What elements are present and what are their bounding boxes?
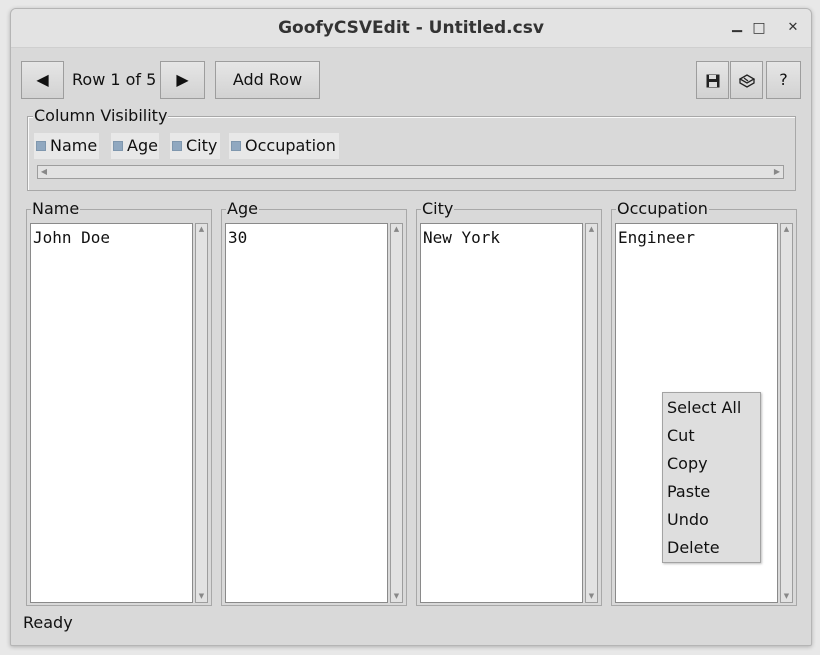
- maximize-icon[interactable]: □: [748, 17, 770, 39]
- column-age: Age 30 ▲ ▼: [221, 200, 407, 606]
- row-indicator: Row 1 of 5: [72, 70, 157, 89]
- arrow-left-icon: ◀: [36, 70, 49, 89]
- floppy-disk-icon: [706, 74, 720, 88]
- occupation-scrollbar[interactable]: ▲ ▼: [780, 223, 793, 603]
- scroll-up-icon[interactable]: ▲: [586, 224, 597, 235]
- menu-item-undo[interactable]: Undo: [667, 506, 709, 534]
- menu-item-cut[interactable]: Cut: [667, 422, 695, 450]
- scroll-down-icon[interactable]: ▼: [586, 591, 597, 602]
- close-icon[interactable]: ✕: [782, 17, 804, 39]
- column-visibility-title: Column Visibility: [33, 106, 169, 125]
- save-button[interactable]: [696, 61, 729, 99]
- add-row-button[interactable]: Add Row: [215, 61, 320, 99]
- menu-item-select-all[interactable]: Select All: [667, 394, 741, 422]
- toggle-city[interactable]: City: [170, 133, 220, 159]
- scroll-down-icon[interactable]: ▼: [391, 591, 402, 602]
- column-name: Name John Doe ▲ ▼: [26, 200, 212, 606]
- toggle-name[interactable]: Name: [34, 133, 99, 159]
- scroll-down-icon[interactable]: ▼: [781, 591, 792, 602]
- menu-item-paste[interactable]: Paste: [667, 478, 710, 506]
- toggle-age[interactable]: Age: [111, 133, 159, 159]
- column-city: City New York ▲ ▼: [416, 200, 602, 606]
- arrow-right-icon: ▶: [176, 70, 189, 89]
- scroll-down-icon[interactable]: ▼: [196, 591, 207, 602]
- status-text: Ready: [23, 613, 73, 632]
- scroll-right-icon[interactable]: ▶: [771, 166, 783, 178]
- save-as-button[interactable]: [730, 61, 763, 99]
- app-window: GoofyCSVEdit - Untitled.csv ▁ □ ✕ ◀ Row …: [10, 8, 812, 646]
- column-header-city: City: [421, 199, 455, 218]
- scroll-left-icon[interactable]: ◀: [38, 166, 50, 178]
- column-header-name: Name: [31, 199, 81, 218]
- name-scrollbar[interactable]: ▲ ▼: [195, 223, 208, 603]
- city-textarea[interactable]: New York: [420, 223, 583, 603]
- title-bar: GoofyCSVEdit - Untitled.csv ▁ □ ✕: [11, 9, 811, 48]
- window-title: GoofyCSVEdit - Untitled.csv: [278, 18, 544, 38]
- column-header-occupation: Occupation: [616, 199, 709, 218]
- menu-item-delete[interactable]: Delete: [667, 534, 720, 562]
- minimize-icon[interactable]: ▁: [726, 15, 748, 37]
- toggle-occupation[interactable]: Occupation: [229, 133, 339, 159]
- scroll-up-icon[interactable]: ▲: [391, 224, 402, 235]
- checkbox-icon: [231, 140, 241, 151]
- city-scrollbar[interactable]: ▲ ▼: [585, 223, 598, 603]
- scroll-up-icon[interactable]: ▲: [781, 224, 792, 235]
- column-visibility-scrollbar[interactable]: ◀ ▶: [37, 165, 784, 179]
- checkbox-icon: [36, 140, 46, 151]
- age-scrollbar[interactable]: ▲ ▼: [390, 223, 403, 603]
- column-header-age: Age: [226, 199, 259, 218]
- context-menu: Select All Cut Copy Paste Undo Delete: [662, 392, 761, 563]
- checkbox-icon: [113, 140, 123, 151]
- prev-row-button[interactable]: ◀: [21, 61, 64, 99]
- menu-item-copy[interactable]: Copy: [667, 450, 708, 478]
- help-button[interactable]: ?: [766, 61, 801, 99]
- save-as-icon: [739, 74, 755, 88]
- checkbox-icon: [172, 140, 182, 151]
- age-textarea[interactable]: 30: [225, 223, 388, 603]
- name-textarea[interactable]: John Doe: [30, 223, 193, 603]
- next-row-button[interactable]: ▶: [160, 61, 205, 99]
- scroll-up-icon[interactable]: ▲: [196, 224, 207, 235]
